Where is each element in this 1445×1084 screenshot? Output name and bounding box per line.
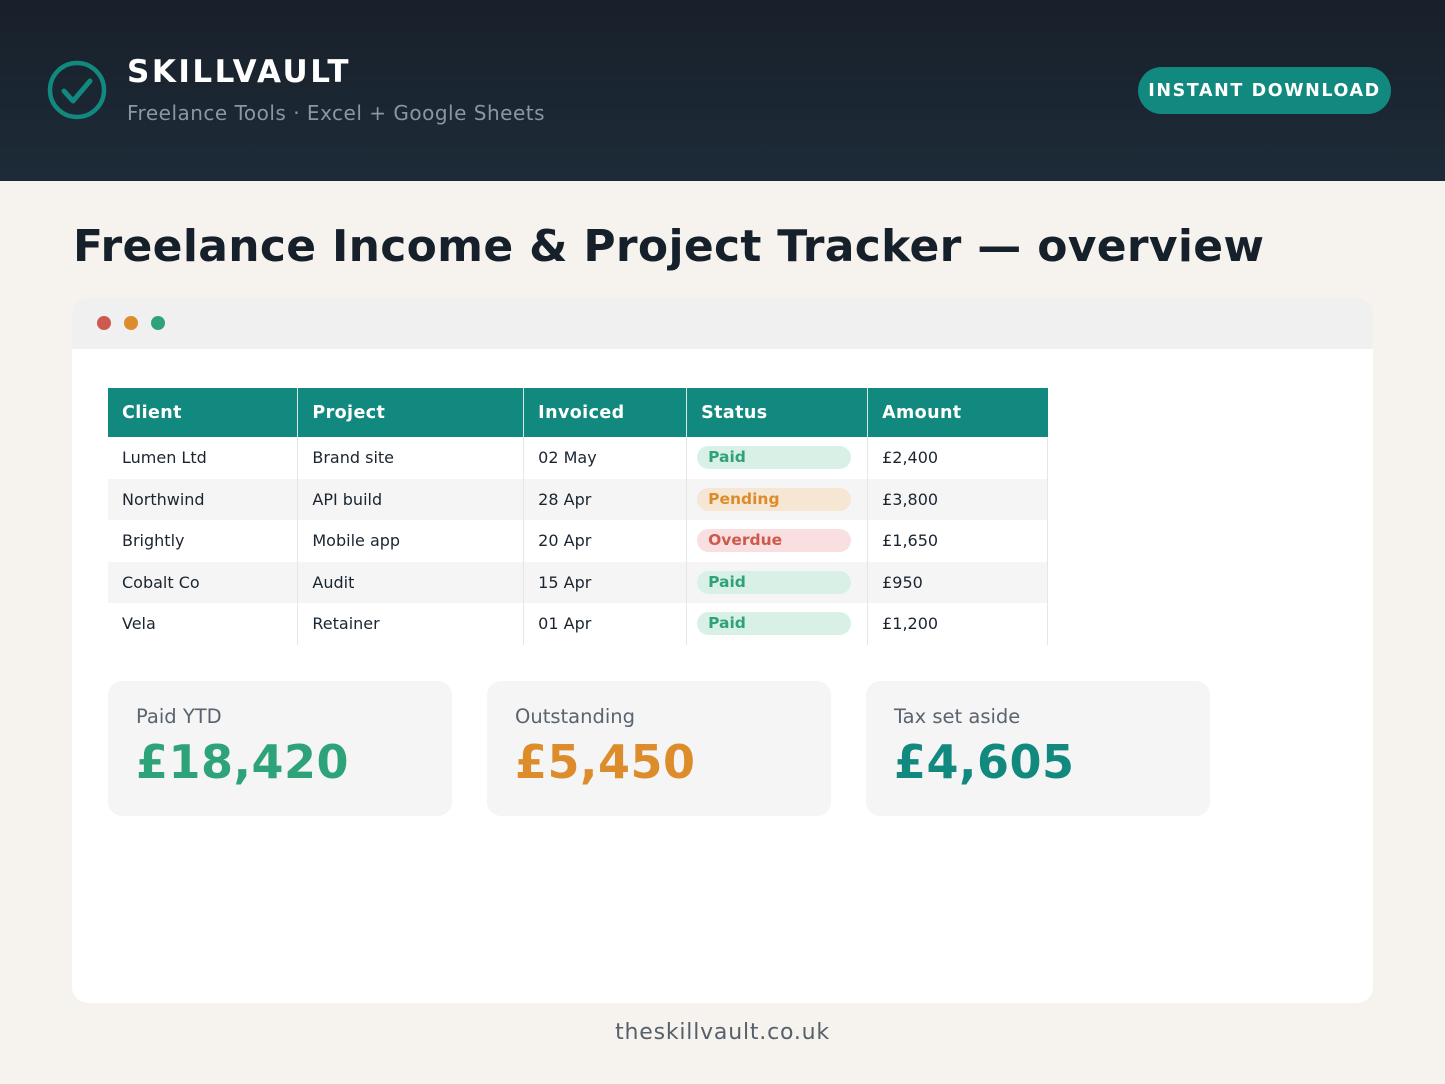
status-badge: Pending [697,487,852,511]
summary-label: Tax set aside [894,705,1021,728]
cell-project[interactable]: Retainer [297,603,525,645]
cell-invoiced[interactable]: 20 Apr [523,520,688,562]
window-minimize-dot[interactable] [124,316,138,330]
summary-label: Paid YTD [136,705,222,728]
check-circle-icon [47,60,107,120]
brand-name: SKILLVAULT [127,54,351,90]
table-header-row: Client Project Invoiced Status Amount [108,388,1048,437]
cell-amount[interactable]: £1,650 [867,520,1048,562]
cell-amount[interactable]: £3,800 [867,478,1048,520]
cell-client[interactable]: Brightly [108,520,299,562]
cell-status[interactable]: Pending [686,478,869,520]
summary-value: £4,605 [894,735,1075,789]
column-header-project[interactable]: Project [297,388,525,437]
summary-card-tax-set-aside: Tax set aside £4,605 [866,681,1210,816]
column-header-invoiced[interactable]: Invoiced [523,388,688,437]
cell-project[interactable]: Mobile app [297,520,525,562]
summary-value: £5,450 [515,735,696,789]
status-badge: Paid [697,570,852,594]
page-title: Freelance Income & Project Tracker — ove… [73,221,1265,272]
cell-project[interactable]: Brand site [297,437,525,479]
footer-url[interactable]: theskillvault.co.uk [0,1020,1445,1045]
summary-value: £18,420 [136,735,350,789]
cell-project[interactable]: API build [297,478,525,520]
cell-status[interactable]: Paid [686,437,869,479]
cell-invoiced[interactable]: 01 Apr [523,603,688,645]
instant-download-button[interactable]: INSTANT DOWNLOAD [1138,67,1391,114]
window-maximize-dot[interactable] [151,316,165,330]
table-row[interactable]: Brightly Mobile app 20 Apr Overdue £1,65… [108,520,1048,562]
cell-client[interactable]: Northwind [108,478,299,520]
cell-invoiced[interactable]: 15 Apr [523,561,688,603]
spreadsheet-window: Client Project Invoiced Status Amount Lu… [72,298,1373,1003]
cell-project[interactable]: Audit [297,561,525,603]
cell-status[interactable]: Paid [686,603,869,645]
brand-tagline: Freelance Tools · Excel + Google Sheets [127,101,546,125]
cell-invoiced[interactable]: 28 Apr [523,478,688,520]
income-table: Client Project Invoiced Status Amount Lu… [108,388,1048,645]
cell-client[interactable]: Vela [108,603,299,645]
table-row[interactable]: Lumen Ltd Brand site 02 May Paid £2,400 [108,437,1048,479]
summary-card-outstanding: Outstanding £5,450 [487,681,831,816]
cell-invoiced[interactable]: 02 May [523,437,688,479]
site-header: SKILLVAULT Freelance Tools · Excel + Goo… [0,0,1445,181]
window-close-dot[interactable] [97,316,111,330]
status-badge: Paid [697,446,852,470]
status-badge: Paid [697,612,852,636]
table-row[interactable]: Northwind API build 28 Apr Pending £3,80… [108,478,1048,520]
window-title-bar [72,298,1373,349]
status-badge: Overdue [697,529,852,553]
column-header-status[interactable]: Status [686,388,869,437]
column-header-amount[interactable]: Amount [867,388,1048,437]
table-row[interactable]: Vela Retainer 01 Apr Paid £1,200 [108,603,1048,645]
summary-label: Outstanding [515,705,635,728]
table-row[interactable]: Cobalt Co Audit 15 Apr Paid £950 [108,561,1048,603]
cell-amount[interactable]: £950 [867,561,1048,603]
cell-amount[interactable]: £2,400 [867,437,1048,479]
cell-client[interactable]: Lumen Ltd [108,437,299,479]
cell-status[interactable]: Overdue [686,520,869,562]
column-header-client[interactable]: Client [108,388,299,437]
cell-amount[interactable]: £1,200 [867,603,1048,645]
cell-client[interactable]: Cobalt Co [108,561,299,603]
summary-card-paid-ytd: Paid YTD £18,420 [108,681,452,816]
cell-status[interactable]: Paid [686,561,869,603]
